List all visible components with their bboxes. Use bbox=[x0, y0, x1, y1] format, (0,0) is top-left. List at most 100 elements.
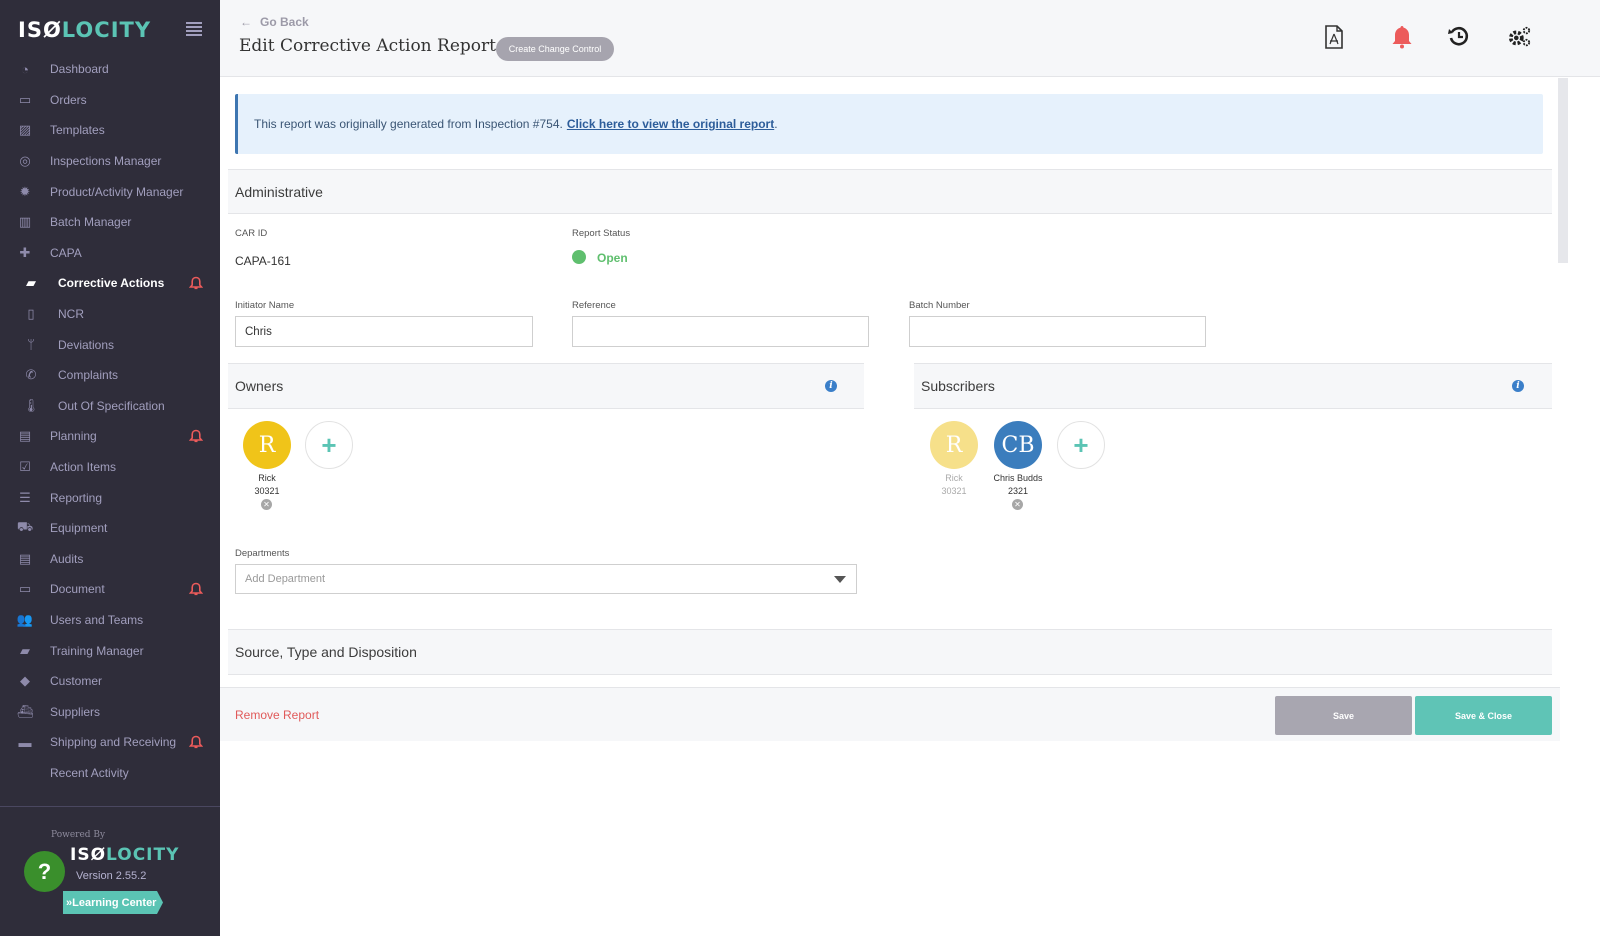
sidebar-item-label: Audits bbox=[50, 551, 84, 566]
sidebar-item-label: Corrective Actions bbox=[58, 276, 165, 291]
initiator-name-input[interactable]: Chris bbox=[235, 316, 533, 347]
reference-input[interactable] bbox=[572, 316, 869, 347]
map-icon: ▤ bbox=[18, 428, 32, 444]
sidebar-item-label: Document bbox=[50, 582, 105, 597]
sidebar-item-orders[interactable]: ▭ Orders bbox=[0, 85, 220, 116]
sidebar-item-label: Inspections Manager bbox=[50, 154, 162, 169]
sidebar-item-out-of-specification[interactable]: 🌡 Out Of Specification bbox=[0, 391, 220, 422]
sidebar-item-label: Deviations bbox=[58, 337, 115, 352]
target-icon: ◎ bbox=[19, 153, 31, 169]
help-button[interactable]: ? bbox=[24, 851, 65, 892]
page-header: ← Go Back Edit Corrective Action Report … bbox=[220, 0, 1600, 77]
subscriber-avatar[interactable]: R bbox=[930, 421, 978, 469]
folder-icon: ▭ bbox=[18, 581, 32, 597]
section-title: Owners bbox=[235, 378, 284, 394]
view-original-report-link[interactable]: Click here to view the original report bbox=[567, 117, 774, 131]
add-owner-button[interactable]: + bbox=[305, 421, 353, 469]
sidebar-item-batch-manager[interactable]: ▥ Batch Manager bbox=[0, 207, 220, 238]
sidebar-item-equipment[interactable]: ⛟ Equipment bbox=[0, 513, 220, 544]
learning-center-button[interactable]: »Learning Center bbox=[63, 891, 163, 914]
ship-icon: ⛴ bbox=[16, 703, 34, 719]
batch-number-label: Batch Number bbox=[909, 300, 970, 311]
add-subscriber-button[interactable]: + bbox=[1057, 421, 1105, 469]
owners-info-icon[interactable]: i bbox=[825, 380, 837, 392]
sidebar-item-action-items[interactable]: ☑ Action Items bbox=[0, 452, 220, 483]
thermometer-icon: 🌡 bbox=[22, 397, 40, 413]
inbox-icon: ▭ bbox=[18, 91, 32, 107]
sidebar-item-corrective-actions[interactable]: ▰ Corrective Actions bbox=[0, 268, 220, 299]
sidebar-item-users-and-teams[interactable]: 👥 Users and Teams bbox=[0, 605, 220, 636]
notification-bell-icon[interactable] bbox=[189, 276, 203, 290]
history-icon[interactable] bbox=[1447, 25, 1471, 49]
create-change-control-button[interactable]: Create Change Control bbox=[496, 37, 614, 61]
batch-number-input[interactable] bbox=[909, 316, 1206, 347]
sidebar-item-label: Training Manager bbox=[50, 643, 144, 658]
go-back-link[interactable]: ← Go Back bbox=[240, 15, 309, 29]
departments-label: Departments bbox=[235, 548, 290, 559]
status-indicator-dot bbox=[572, 250, 586, 264]
report-form: This report was originally generated fro… bbox=[220, 78, 1560, 936]
sidebar-item-inspections-manager[interactable]: ◎ Inspections Manager bbox=[0, 146, 220, 177]
notification-bell-icon[interactable] bbox=[189, 735, 203, 749]
sidebar-item-deviations[interactable]: ᛘ Deviations bbox=[0, 329, 220, 360]
owner-avatar[interactable]: R bbox=[243, 421, 291, 469]
book-icon: ▰ bbox=[20, 642, 30, 658]
arrow-left-icon: ← bbox=[240, 15, 252, 29]
notification-bell-icon[interactable] bbox=[189, 429, 203, 443]
subscriber-name: Chris Budds 2321 bbox=[993, 473, 1043, 496]
sidebar-item-dashboard[interactable]: ◔ Dashboard bbox=[0, 54, 220, 85]
app-logo[interactable]: ISØLOCITY bbox=[18, 18, 151, 42]
sidebar-item-complaints[interactable]: ✆ Complaints bbox=[0, 360, 220, 391]
branch-icon: ᛘ bbox=[27, 337, 35, 353]
section-title: Source, Type and Disposition bbox=[235, 644, 417, 660]
notification-bell-icon[interactable] bbox=[1390, 25, 1414, 49]
car-id-value: CAPA-161 bbox=[235, 254, 291, 268]
sidebar-item-shipping-and-receiving[interactable]: ▬ Shipping and Receiving bbox=[0, 727, 220, 758]
sidebar-divider bbox=[0, 806, 220, 807]
notification-bell-icon[interactable] bbox=[189, 582, 203, 596]
remove-report-link[interactable]: Remove Report bbox=[235, 708, 319, 722]
sidebar-item-label: Users and Teams bbox=[50, 612, 144, 627]
sidebar-item-suppliers[interactable]: ⛴ Suppliers bbox=[0, 696, 220, 727]
tray-icon: ▬ bbox=[18, 734, 32, 750]
sidebar-item-audits[interactable]: ▤ Audits bbox=[0, 544, 220, 575]
sidebar-item-customer[interactable]: ◆ Customer bbox=[0, 666, 220, 697]
menu-toggle-icon[interactable] bbox=[186, 22, 202, 36]
book-icon: ▰ bbox=[26, 275, 36, 291]
departments-select[interactable]: Add Department bbox=[235, 564, 857, 594]
sidebar-item-label: Batch Manager bbox=[50, 215, 132, 230]
users-icon: 👥 bbox=[16, 611, 34, 627]
sidebar-item-product-activity-manager[interactable]: ✹ Product/Activity Manager bbox=[0, 176, 220, 207]
owner-name: Rick 30321 bbox=[254, 473, 280, 496]
administrative-section-header[interactable]: Administrative bbox=[228, 169, 1552, 214]
sidebar-item-label: Templates bbox=[50, 123, 105, 138]
sidebar-item-document[interactable]: ▭ Document bbox=[0, 574, 220, 605]
sidebar-item-training-manager[interactable]: ▰ Training Manager bbox=[0, 635, 220, 666]
sidebar-item-planning[interactable]: ▤ Planning bbox=[0, 421, 220, 452]
pdf-icon[interactable] bbox=[1322, 25, 1346, 49]
medkit-icon: ✚ bbox=[19, 244, 31, 260]
remove-subscriber-icon[interactable]: ✕ bbox=[1012, 499, 1023, 510]
page-title: Edit Corrective Action Report bbox=[239, 36, 496, 56]
sidebar-item-label: CAPA bbox=[50, 245, 82, 260]
subscribers-info-icon[interactable]: i bbox=[1512, 380, 1524, 392]
sidebar-item-label: Customer bbox=[50, 674, 103, 689]
sidebar-item-capa[interactable]: ✚ CAPA bbox=[0, 238, 220, 269]
save-and-close-button[interactable]: Save & Close bbox=[1415, 696, 1552, 735]
powered-by-label: Powered By bbox=[51, 830, 106, 840]
sidebar-item-ncr[interactable]: ▯ NCR bbox=[0, 299, 220, 330]
remove-owner-icon[interactable]: ✕ bbox=[261, 499, 272, 510]
settings-gears-icon[interactable] bbox=[1508, 25, 1532, 49]
section-title: Subscribers bbox=[921, 378, 995, 394]
file-icon: ▯ bbox=[27, 306, 35, 322]
subscriber-avatar[interactable]: CB bbox=[994, 421, 1042, 469]
sidebar-item-label: Suppliers bbox=[50, 704, 101, 719]
report-status-label: Report Status bbox=[572, 228, 631, 239]
form-footer: Remove Report Save Save & Close bbox=[220, 687, 1560, 741]
initiator-name-label: Initiator Name bbox=[235, 300, 295, 311]
source-type-disposition-section-header[interactable]: Source, Type and Disposition bbox=[228, 629, 1552, 675]
save-button[interactable]: Save bbox=[1275, 696, 1412, 735]
sidebar-item-reporting[interactable]: ☰ Reporting bbox=[0, 482, 220, 513]
sidebar-item-recent-activity[interactable]: Recent Activity bbox=[0, 758, 220, 789]
sidebar-item-templates[interactable]: ▨ Templates bbox=[0, 115, 220, 146]
